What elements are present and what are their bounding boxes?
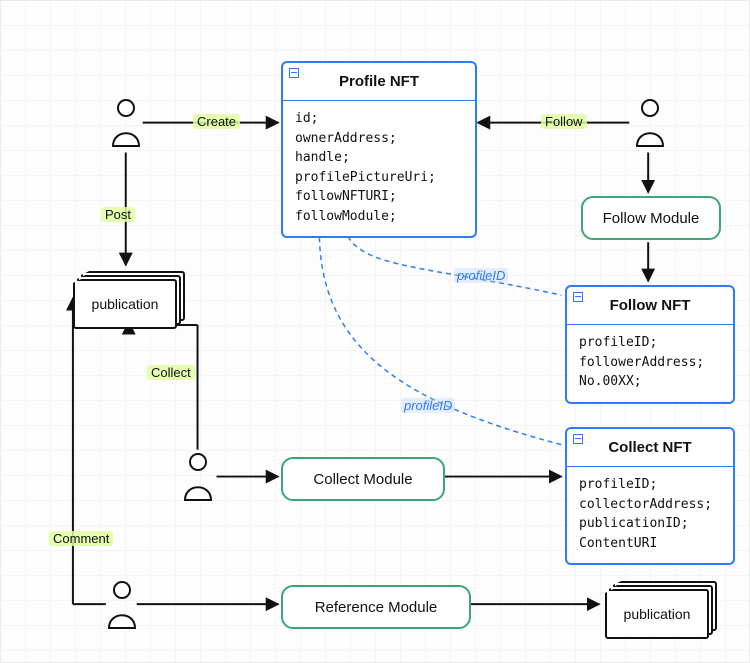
edge-label-comment: Comment (49, 531, 113, 546)
diagram-canvas: Profile NFT id; ownerAddress; handle; pr… (0, 0, 750, 663)
profile-nft-title: Profile NFT (283, 63, 475, 101)
collect-nft-title: Collect NFT (567, 429, 733, 467)
link-label-profileid-1: profileID (454, 268, 508, 283)
publication-label-2: publication (605, 589, 709, 639)
publication-label-1: publication (73, 279, 177, 329)
actor-follower-icon (633, 99, 667, 147)
collect-nft-card: Collect NFT profileID; collectorAddress;… (565, 427, 735, 565)
follow-nft-title: Follow NFT (567, 287, 733, 325)
collect-module-box: Collect Module (281, 457, 445, 501)
link-label-profileid-2: profileID (401, 398, 455, 413)
profile-nft-card: Profile NFT id; ownerAddress; handle; pr… (281, 61, 477, 238)
follow-nft-card: Follow NFT profileID; followerAddress; N… (565, 285, 735, 404)
collapse-icon (289, 68, 299, 78)
actor-commenter-icon (105, 581, 139, 629)
profile-nft-fields: id; ownerAddress; handle; profilePicture… (283, 101, 475, 236)
follow-module-box: Follow Module (581, 196, 721, 240)
collapse-icon (573, 292, 583, 302)
edge-label-create: Create (193, 114, 240, 129)
reference-module-box: Reference Module (281, 585, 471, 629)
actor-creator-icon (109, 99, 143, 147)
edge-label-follow: Follow (541, 114, 587, 129)
actor-collector-icon (181, 453, 215, 501)
edge-label-collect: Collect (147, 365, 195, 380)
collapse-icon (573, 434, 583, 444)
follow-nft-fields: profileID; followerAddress; No.00XX; (567, 325, 733, 402)
collect-nft-fields: profileID; collectorAddress; publication… (567, 467, 733, 563)
edge-label-post: Post (101, 207, 135, 222)
